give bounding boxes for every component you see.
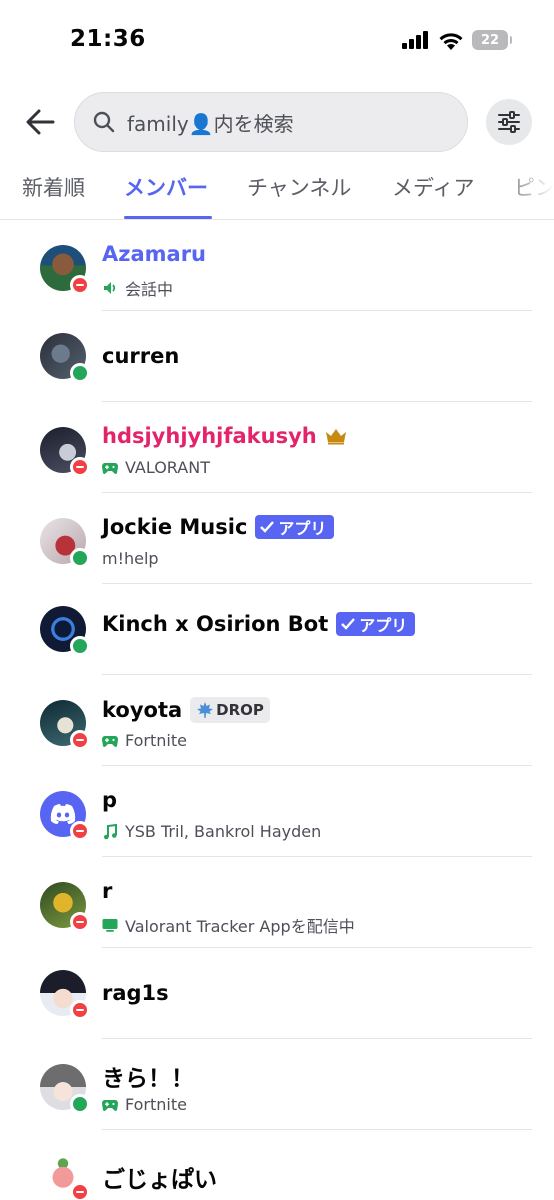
avatar bbox=[40, 245, 90, 295]
app-badge: アプリ bbox=[336, 612, 416, 636]
member-row[interactable]: Kinch x Osirion Bot アプリ bbox=[0, 584, 554, 675]
avatar bbox=[40, 1152, 90, 1200]
member-row[interactable]: curren bbox=[0, 311, 554, 402]
tabs-fade bbox=[494, 162, 554, 218]
online-status-icon bbox=[70, 548, 90, 568]
gamepad-icon bbox=[102, 460, 118, 476]
avatar bbox=[40, 427, 90, 477]
search-query: family👤内を検索 bbox=[127, 111, 294, 136]
gamepad-icon bbox=[102, 733, 118, 749]
member-row[interactable]: koyota DROP Fortnite bbox=[0, 675, 554, 766]
member-activity: VALORANT bbox=[125, 458, 210, 477]
search-icon bbox=[93, 111, 115, 133]
member-list: Azamaru 会話中 curren hdsjyhjyhjfakusyh VAL… bbox=[0, 220, 554, 1200]
tab-members[interactable]: メンバー bbox=[124, 172, 208, 202]
dnd-status-icon bbox=[70, 457, 90, 477]
member-row[interactable]: hdsjyhjyhjfakusyh VALORANT bbox=[0, 402, 554, 493]
member-name: Jockie Music bbox=[102, 515, 248, 539]
tag-badge: DROP bbox=[190, 697, 270, 723]
cellular-signal-icon bbox=[402, 31, 428, 49]
member-name: ごじょぱい bbox=[102, 1167, 217, 1193]
search-input[interactable]: family👤内を検索 bbox=[74, 92, 468, 152]
member-name: curren bbox=[102, 344, 180, 368]
checkmark-icon bbox=[260, 521, 275, 533]
online-status-icon bbox=[70, 1094, 90, 1114]
member-activity: YSB Tril, Bankrol Hayden bbox=[125, 822, 322, 841]
app-badge-label: アプリ bbox=[278, 519, 327, 538]
member-row[interactable]: r Valorant Tracker Appを配信中 bbox=[0, 857, 554, 948]
avatar bbox=[40, 606, 90, 656]
tab-newest[interactable]: 新着順 bbox=[22, 172, 85, 202]
search-tabs: 新着順 メンバー チャンネル メディア ピン bbox=[0, 162, 554, 220]
avatar bbox=[40, 791, 90, 841]
member-name: koyota bbox=[102, 698, 183, 722]
member-name: r bbox=[102, 879, 113, 903]
member-row[interactable]: p YSB Tril, Bankrol Hayden bbox=[0, 766, 554, 857]
member-name: きら！！ bbox=[102, 1066, 194, 1092]
avatar bbox=[40, 333, 90, 383]
crown-icon bbox=[325, 429, 346, 445]
battery-icon: 22 bbox=[472, 30, 512, 50]
tag-badge-label: DROP bbox=[216, 701, 264, 719]
member-activity: 会話中 bbox=[125, 280, 174, 299]
screen-icon bbox=[102, 917, 118, 933]
member-row[interactable]: Jockie Music アプリ m!help bbox=[0, 493, 554, 584]
gamepad-icon bbox=[102, 1097, 118, 1113]
app-badge: アプリ bbox=[255, 515, 335, 539]
avatar bbox=[40, 1064, 90, 1114]
member-row[interactable]: きら！！ Fortnite bbox=[0, 1039, 554, 1130]
member-name: Azamaru bbox=[102, 242, 207, 266]
member-row[interactable]: rag1s bbox=[0, 948, 554, 1039]
dnd-status-icon bbox=[70, 821, 90, 841]
dnd-status-icon bbox=[70, 912, 90, 932]
sliders-icon bbox=[498, 111, 520, 133]
avatar bbox=[40, 970, 90, 1020]
avatar bbox=[40, 518, 90, 568]
filter-button[interactable] bbox=[486, 99, 532, 145]
member-row[interactable]: ごじょぱい bbox=[0, 1130, 554, 1200]
discord-logo-icon bbox=[50, 804, 76, 824]
member-name: rag1s bbox=[102, 981, 169, 1005]
status-bar: 21:36 22 bbox=[0, 0, 554, 80]
active-tab-indicator bbox=[124, 216, 212, 219]
search-header: family👤内を検索 bbox=[0, 90, 554, 154]
tab-channels[interactable]: チャンネル bbox=[247, 172, 351, 202]
checkmark-icon bbox=[341, 618, 356, 630]
dnd-status-icon bbox=[70, 730, 90, 750]
member-activity: Fortnite bbox=[125, 1095, 187, 1114]
member-name: p bbox=[102, 788, 118, 812]
avatar bbox=[40, 700, 90, 750]
maple-leaf-icon bbox=[197, 702, 214, 718]
app-badge-label: アプリ bbox=[359, 616, 408, 635]
music-note-icon bbox=[102, 823, 118, 840]
dnd-status-icon bbox=[70, 1182, 90, 1200]
member-activity: Fortnite bbox=[125, 731, 187, 750]
dnd-status-icon bbox=[70, 275, 90, 295]
wifi-icon bbox=[439, 32, 463, 50]
back-button[interactable] bbox=[22, 104, 58, 140]
status-time: 21:36 bbox=[70, 26, 146, 52]
speaker-icon bbox=[102, 280, 118, 296]
member-name: hdsjyhjyhjfakusyh bbox=[102, 424, 317, 448]
member-activity: Valorant Tracker Appを配信中 bbox=[125, 917, 355, 936]
member-name: Kinch x Osirion Bot bbox=[102, 612, 329, 636]
avatar bbox=[40, 882, 90, 932]
tab-media[interactable]: メディア bbox=[392, 172, 475, 202]
online-status-icon bbox=[70, 636, 90, 656]
member-row[interactable]: Azamaru 会話中 bbox=[0, 220, 554, 311]
status-icons: 22 bbox=[402, 30, 512, 50]
arrow-left-icon bbox=[26, 109, 55, 135]
dnd-status-icon bbox=[70, 1000, 90, 1020]
member-activity: m!help bbox=[102, 549, 159, 568]
online-status-icon bbox=[70, 363, 90, 383]
